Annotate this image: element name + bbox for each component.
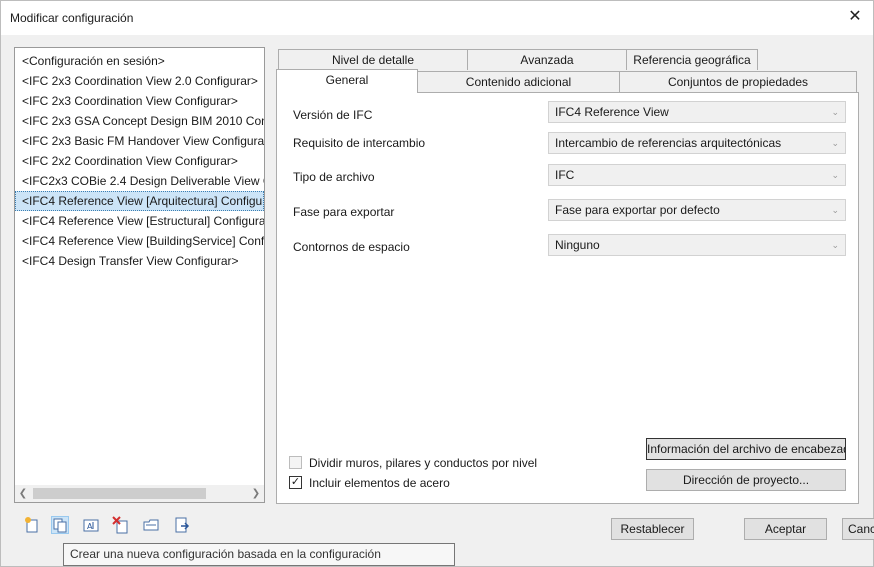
file-type-label: Tipo de archivo xyxy=(293,170,375,184)
space-boundaries-value: Ninguno xyxy=(555,238,600,252)
exchange-requirement-value: Intercambio de referencias arquitectónic… xyxy=(555,136,782,150)
file-type-select[interactable]: IFC ⌄ xyxy=(548,164,846,186)
new-config-icon[interactable] xyxy=(23,516,41,534)
chevron-down-icon: ⌄ xyxy=(831,240,839,250)
modify-configuration-dialog: Modificar configuración ✕ <Configuración… xyxy=(0,0,874,567)
list-item[interactable]: <IFC2x3 COBie 2.4 Design Deliverable Vie… xyxy=(15,171,264,191)
scrollbar-thumb[interactable] xyxy=(33,488,206,499)
svg-text:A: A xyxy=(87,522,93,531)
list-item[interactable]: <IFC 2x3 Coordination View Configurar> xyxy=(15,91,264,111)
list-item[interactable]: <IFC 2x3 Basic FM Handover View Configur… xyxy=(15,131,264,151)
accept-button[interactable]: Aceptar xyxy=(744,518,827,540)
split-walls-label: Dividir muros, pilares y conductos por n… xyxy=(309,456,538,470)
duplicate-config-icon[interactable] xyxy=(51,516,69,534)
ifc-version-value: IFC4 Reference View xyxy=(555,105,669,119)
list-item[interactable]: <IFC 2x3 Coordination View 2.0 Configura… xyxy=(15,71,264,91)
list-item[interactable]: <IFC4 Reference View [BuildingService] C… xyxy=(15,231,264,251)
list-item[interactable]: <IFC4 Reference View [Estructural] Confi… xyxy=(15,211,264,231)
scroll-right-icon[interactable]: ❯ xyxy=(249,486,263,501)
ifc-version-label: Versión de IFC xyxy=(293,108,373,122)
chevron-down-icon: ⌄ xyxy=(831,170,839,180)
list-item[interactable]: <IFC4 Design Transfer View Configurar> xyxy=(15,251,264,271)
chevron-down-icon: ⌄ xyxy=(831,138,839,148)
exchange-requirement-select[interactable]: Intercambio de referencias arquitectónic… xyxy=(548,132,846,154)
rename-config-icon[interactable]: A xyxy=(82,516,100,534)
reset-button[interactable]: Restablecer xyxy=(611,518,694,540)
scroll-left-icon[interactable]: ❮ xyxy=(16,486,30,501)
import-config-icon[interactable] xyxy=(142,516,160,534)
delete-config-icon[interactable] xyxy=(112,516,130,534)
phase-to-export-select[interactable]: Fase para exportar por defecto ⌄ xyxy=(548,199,846,221)
tab-referencia-geografica[interactable]: Referencia geográfica xyxy=(626,49,758,70)
list-item[interactable]: <IFC 2x2 Coordination View Configurar> xyxy=(15,151,264,171)
space-boundaries-select[interactable]: Ninguno ⌄ xyxy=(548,234,846,256)
phase-to-export-label: Fase para exportar xyxy=(293,205,395,219)
cancel-button[interactable]: Cancelar xyxy=(842,518,874,540)
title-bar: Modificar configuración ✕ xyxy=(1,1,873,35)
tab-contenido-adicional[interactable]: Contenido adicional xyxy=(417,71,620,92)
general-panel: Versión de IFC IFC4 Reference View ⌄ Req… xyxy=(276,92,859,504)
window-title: Modificar configuración xyxy=(10,11,134,25)
list-item[interactable]: <IFC 2x3 GSA Concept Design BIM 2010 Con… xyxy=(15,111,264,131)
include-steel-checkbox[interactable]: ✓ xyxy=(289,476,302,489)
list-item[interactable]: <Configuración en sesión> xyxy=(15,51,264,71)
header-file-info-button[interactable]: Información del archivo de encabezado... xyxy=(646,438,846,460)
exchange-requirement-label: Requisito de intercambio xyxy=(293,136,426,150)
export-config-icon[interactable] xyxy=(173,516,191,534)
file-type-value: IFC xyxy=(555,168,575,182)
tooltip: Crear una nueva configuración basada en … xyxy=(63,543,455,566)
horizontal-scrollbar[interactable]: ❮ ❯ xyxy=(15,485,264,502)
split-walls-checkbox[interactable] xyxy=(289,456,302,469)
list-item-selected[interactable]: <IFC4 Reference View [Arquitectura] Conf… xyxy=(15,191,264,211)
tab-avanzada[interactable]: Avanzada xyxy=(467,49,627,70)
include-steel-label: Incluir elementos de acero xyxy=(309,476,450,490)
chevron-down-icon: ⌄ xyxy=(831,107,839,117)
phase-to-export-value: Fase para exportar por defecto xyxy=(555,203,720,217)
space-boundaries-label: Contornos de espacio xyxy=(293,240,410,254)
chevron-down-icon: ⌄ xyxy=(831,205,839,215)
tab-conjuntos-de-propiedades[interactable]: Conjuntos de propiedades xyxy=(619,71,857,92)
configuration-list[interactable]: <Configuración en sesión> <IFC 2x3 Coord… xyxy=(14,47,265,503)
close-icon[interactable]: ✕ xyxy=(845,7,865,27)
project-address-button[interactable]: Dirección de proyecto... xyxy=(646,469,846,491)
tab-nivel-de-detalle[interactable]: Nivel de detalle xyxy=(278,49,468,70)
ifc-version-select[interactable]: IFC4 Reference View ⌄ xyxy=(548,101,846,123)
tab-general[interactable]: General xyxy=(276,69,418,93)
